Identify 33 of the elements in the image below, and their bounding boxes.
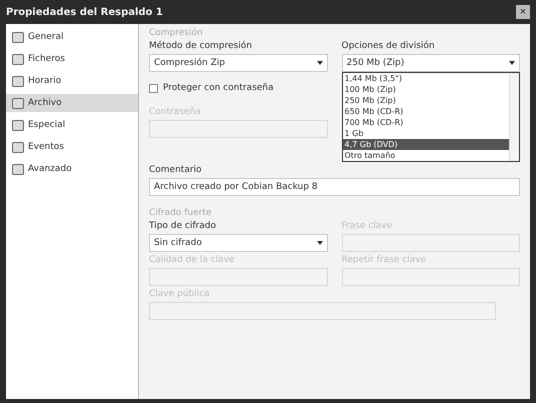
page-icon (12, 76, 24, 86)
field-label: Tipo de cifrado (149, 221, 217, 231)
dropdown[interactable]: Sin cifrado (149, 234, 328, 252)
sidebar-item[interactable]: General (6, 28, 138, 46)
caret-icon (316, 61, 322, 65)
window-title: Propiedades del Respaldo 1 (6, 6, 163, 18)
page-icon (12, 142, 24, 152)
dropdown-option[interactable]: 4,7 Gb (DVD) (342, 139, 509, 150)
page-icon (12, 98, 24, 108)
page-icon (12, 54, 24, 64)
sidebar-item[interactable]: Ficheros (6, 50, 138, 68)
scrollbar[interactable] (509, 73, 519, 161)
field-label: Método de compresión (149, 41, 253, 51)
sidebar-item[interactable]: Especial (6, 116, 138, 134)
checkbox-label[interactable]: Proteger con contraseña (149, 83, 328, 93)
page-icon (12, 32, 24, 42)
field-label: Comentario (149, 165, 203, 175)
sidebar-item[interactable]: Horario (6, 72, 138, 90)
dropdown[interactable]: 250 Mb (Zip) (342, 54, 520, 72)
caret-icon (316, 241, 322, 245)
dropdown[interactable]: Compresión Zip (149, 54, 328, 72)
sidebar-item[interactable]: Avanzado (6, 160, 138, 178)
text-field[interactable]: Archivo creado por Cobian Backup 8 (149, 178, 520, 196)
page-icon (12, 120, 24, 130)
group-legend: Cifrado fuerte (149, 208, 520, 218)
group-legend: Compresión (149, 28, 520, 38)
sidebar-item[interactable]: Eventos (6, 138, 138, 156)
sidebar-item[interactable]: Archivo (6, 94, 138, 112)
close-button[interactable]: × (516, 5, 530, 19)
checkbox[interactable] (149, 84, 158, 92)
field-label: Opciones de división (342, 41, 436, 51)
page-icon (12, 164, 24, 174)
caret-icon (509, 61, 515, 65)
